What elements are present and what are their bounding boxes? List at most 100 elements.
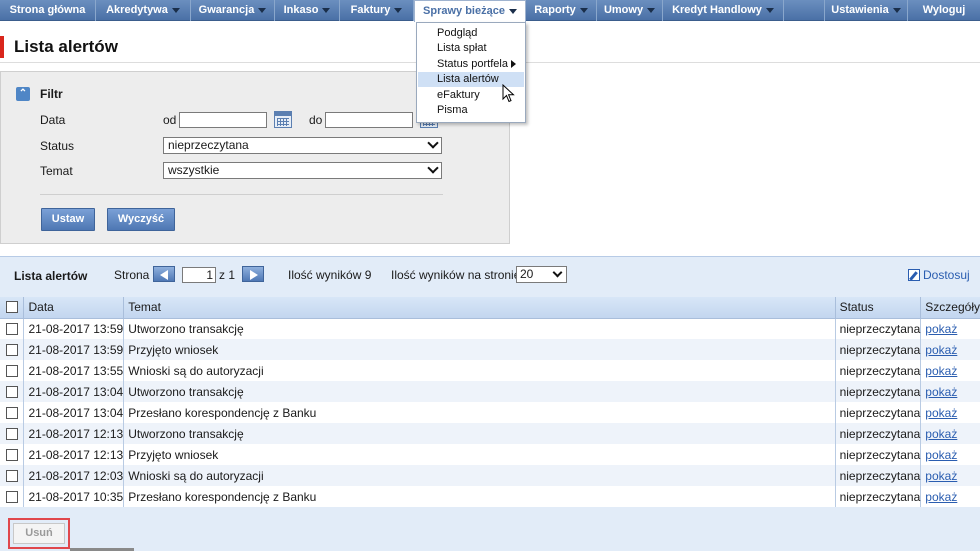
filter-title: Filtr — [40, 87, 63, 101]
row-checkbox[interactable] — [6, 385, 18, 398]
row-topic: Utworzono transakcję — [123, 318, 836, 339]
row-topic: Utworzono transakcję — [123, 381, 836, 402]
show-details-link[interactable]: pokaż — [925, 469, 957, 483]
chevron-down-icon — [258, 7, 267, 13]
edit-icon — [908, 269, 920, 281]
row-checkbox[interactable] — [6, 448, 18, 461]
nav-home[interactable]: Strona główna — [0, 0, 96, 21]
table-row: 21-08-2017 12:13 Utworzono transakcję ni… — [0, 423, 980, 444]
table-row: 21-08-2017 13:04 Utworzono transakcję ni… — [0, 381, 980, 402]
show-details-link[interactable]: pokaż — [925, 427, 957, 441]
row-checkbox[interactable] — [6, 364, 18, 377]
row-checkbox[interactable] — [6, 322, 18, 335]
column-header-date[interactable]: Data — [23, 297, 125, 319]
apply-filter-button[interactable]: Ustaw — [41, 208, 95, 231]
row-date: 21-08-2017 12:13 — [23, 423, 125, 444]
show-details-link[interactable]: pokaż — [925, 490, 957, 504]
clear-filter-button[interactable]: Wyczyść — [107, 208, 175, 231]
date-from-input[interactable] — [179, 112, 267, 128]
select-all-cell — [0, 297, 25, 319]
topic-select[interactable]: wszystkie — [163, 162, 442, 179]
table-row: 21-08-2017 13:59 Utworzono transakcję ni… — [0, 318, 980, 339]
row-topic: Przyjęto wniosek — [123, 444, 836, 465]
calendar-icon[interactable] — [274, 111, 292, 128]
title-accent — [0, 36, 4, 58]
customize-link[interactable]: Dostosuj — [908, 268, 970, 282]
row-status: nieprzeczytana — [835, 318, 922, 339]
nav-trade-credit[interactable]: Kredyt Handlowy — [663, 0, 784, 21]
status-select[interactable]: nieprzeczytana — [163, 137, 442, 154]
date-to-label: do — [309, 113, 323, 127]
mouse-pointer-icon — [502, 84, 515, 103]
row-date: 21-08-2017 12:03 — [23, 465, 125, 486]
row-date: 21-08-2017 12:13 — [23, 444, 125, 465]
chevron-down-icon — [171, 7, 180, 13]
status-label: Status — [40, 139, 75, 153]
chevron-down-icon — [427, 137, 439, 149]
table-row: 21-08-2017 13:55 Wnioski są do autoryzac… — [0, 360, 980, 381]
nav-current-matters[interactable]: Sprawy bieżące — [414, 0, 526, 22]
arrow-left-icon — [160, 270, 168, 280]
chevron-down-icon — [427, 162, 439, 174]
chevron-down-icon — [579, 7, 588, 13]
nav-contracts[interactable]: Umowy — [597, 0, 663, 21]
row-checkbox[interactable] — [6, 469, 18, 482]
chevron-down-icon — [552, 267, 563, 278]
next-page-button[interactable] — [242, 266, 264, 282]
nav-logout[interactable]: Wyloguj — [908, 0, 980, 21]
table-row: 21-08-2017 10:35 Przesłano korespondencj… — [0, 486, 980, 507]
prev-page-button[interactable] — [153, 266, 175, 282]
menu-item-repayments[interactable]: Lista spłat — [418, 41, 524, 56]
row-checkbox[interactable] — [6, 406, 18, 419]
menu-item-preview[interactable]: Podgląd — [418, 26, 524, 41]
results-panel: Lista alertów Strona 1 z 1 Ilość wyników… — [0, 256, 980, 551]
page-number-input[interactable]: 1 — [182, 267, 216, 283]
divider — [40, 194, 443, 195]
row-checkbox[interactable] — [6, 490, 18, 503]
row-date: 21-08-2017 13:59 — [23, 318, 125, 339]
row-checkbox[interactable] — [6, 343, 18, 356]
nav-guarantee[interactable]: Gwarancja — [191, 0, 275, 21]
row-date: 21-08-2017 13:04 — [23, 402, 125, 423]
table-row: 21-08-2017 13:59 Przyjęto wniosek nieprz… — [0, 339, 980, 360]
delete-highlight: Usuń — [8, 518, 70, 549]
row-status: nieprzeczytana — [835, 444, 922, 465]
column-header-status[interactable]: Status — [835, 297, 922, 319]
show-details-link[interactable]: pokaż — [925, 448, 957, 462]
column-header-topic[interactable]: Temat — [123, 297, 836, 319]
collapse-up-icon[interactable]: ⌃ — [16, 87, 30, 101]
date-to-input[interactable] — [325, 112, 413, 128]
table-header-row: Data Temat Status Szczegóły — [0, 297, 980, 319]
table-row: 21-08-2017 13:04 Przesłano korespondencj… — [0, 402, 980, 423]
topic-label: Temat — [40, 164, 73, 178]
menu-item-letters[interactable]: Pisma — [418, 103, 524, 118]
row-status: nieprzeczytana — [835, 423, 922, 444]
menu-item-portfolio-status[interactable]: Status portfela — [418, 57, 524, 72]
row-topic: Przesłano korespondencję z Banku — [123, 402, 836, 423]
per-page-select[interactable]: 20 — [516, 266, 567, 283]
row-status: nieprzeczytana — [835, 381, 922, 402]
nav-reports[interactable]: Raporty — [526, 0, 597, 21]
delete-button[interactable]: Usuń — [13, 523, 65, 544]
show-details-link[interactable]: pokaż — [925, 343, 957, 357]
row-topic: Wnioski są do autoryzacji — [123, 360, 836, 381]
show-details-link[interactable]: pokaż — [925, 385, 957, 399]
select-all-checkbox[interactable] — [6, 301, 18, 314]
row-topic: Przesłano korespondencję z Banku — [123, 486, 836, 507]
table-row: 21-08-2017 12:03 Wnioski są do autoryzac… — [0, 465, 980, 486]
show-details-link[interactable]: pokaż — [925, 322, 957, 336]
date-label: Data — [40, 113, 66, 127]
column-header-details: Szczegóły — [920, 297, 980, 319]
results-count: Ilość wyników 9 — [288, 268, 372, 282]
show-details-link[interactable]: pokaż — [925, 364, 957, 378]
results-title: Lista alertów — [14, 269, 88, 283]
show-details-link[interactable]: pokaż — [925, 406, 957, 420]
chevron-right-icon — [511, 60, 516, 68]
chevron-down-icon — [508, 8, 517, 14]
nav-settings[interactable]: Ustawienia — [824, 0, 908, 21]
nav-collection[interactable]: Inkaso — [275, 0, 340, 21]
nav-letters-of-credit[interactable]: Akredytywa — [96, 0, 191, 21]
chevron-down-icon — [647, 7, 656, 13]
row-checkbox[interactable] — [6, 427, 18, 440]
nav-invoices[interactable]: Faktury — [340, 0, 414, 21]
